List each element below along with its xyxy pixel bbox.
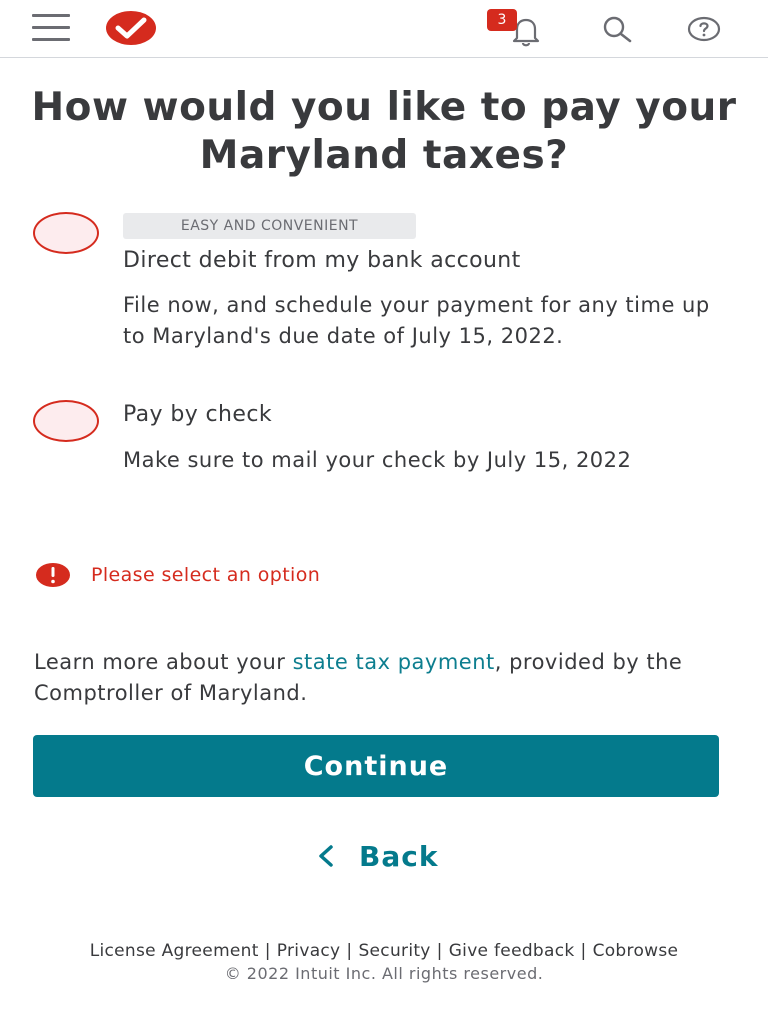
privacy-link[interactable]: Privacy (277, 941, 341, 961)
footer-separator: | (346, 941, 353, 961)
learn-more-prefix: Learn more about your (34, 650, 293, 674)
license-agreement-link[interactable]: License Agreement (90, 941, 259, 961)
page-title: How would you like to pay your Maryland … (31, 85, 737, 178)
cobrowse-link[interactable]: Cobrowse (593, 941, 679, 961)
validation-error: Please select an option (35, 560, 320, 590)
pay-by-check-radio[interactable] (33, 400, 99, 442)
back-label: Back (359, 839, 439, 873)
copyright-text: © 2022 Intuit Inc. All rights reserved. (224, 964, 544, 983)
pay-by-check-description: Make sure to mail your check by July 15,… (123, 448, 632, 472)
learn-more-text: Learn more about your state tax payment,… (34, 647, 734, 709)
error-message: Please select an option (91, 564, 321, 586)
chevron-left-icon (319, 845, 333, 867)
direct-debit-description: File now, and schedule your payment for … (123, 293, 710, 348)
give-feedback-link[interactable]: Give feedback (449, 941, 575, 961)
hamburger-menu-icon[interactable] (32, 14, 72, 42)
error-exclamation-icon (36, 563, 70, 587)
footer-separator: | (264, 941, 271, 961)
notification-count-badge: 3 (487, 9, 517, 31)
continue-button[interactable]: Continue (33, 735, 719, 797)
easy-convenient-tag: EASY AND CONVENIENT (123, 213, 416, 239)
footer-links: License Agreement | Privacy | Security | Give … (0, 938, 768, 964)
search-icon[interactable] (597, 10, 637, 50)
turbotax-check-logo[interactable] (105, 9, 157, 47)
state-tax-payment-link[interactable]: state tax payment (293, 650, 495, 674)
back-button[interactable]: Back (315, 836, 438, 876)
top-navigation-bar: 3 (0, 0, 768, 58)
help-icon[interactable] (684, 10, 724, 50)
footer-separator: | (436, 941, 443, 961)
direct-debit-radio[interactable] (33, 212, 99, 254)
footer-separator: | (580, 941, 587, 961)
direct-debit-label[interactable]: Direct debit from my bank account (123, 246, 521, 276)
security-link[interactable]: Security (358, 941, 430, 961)
pay-by-check-label[interactable]: Pay by check (123, 400, 272, 430)
